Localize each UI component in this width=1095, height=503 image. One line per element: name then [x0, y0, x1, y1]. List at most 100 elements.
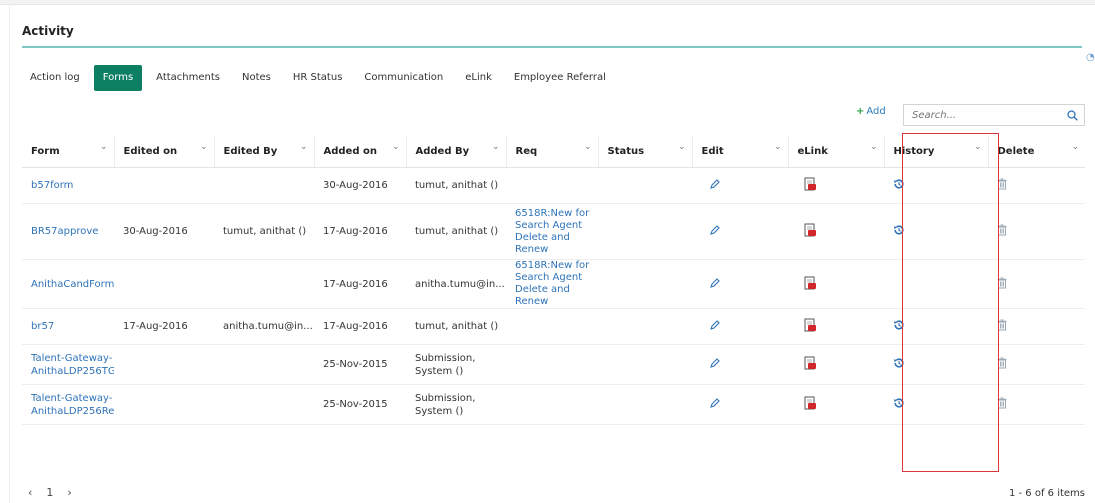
cell-elink [788, 203, 884, 260]
cell-req [506, 344, 598, 385]
trash-icon[interactable] [997, 357, 1007, 372]
column-header-status[interactable]: Status ⌄ [597, 135, 692, 168]
form-link[interactable]: b57form [31, 180, 73, 191]
form-link[interactable]: Talent-Gateway-AnithaLDP256Re... [31, 393, 114, 417]
form-link[interactable]: Talent-Gateway-AnithaLDP256TG [31, 353, 114, 377]
tab-attachments[interactable]: Attachments [148, 65, 228, 91]
cell-status [598, 308, 692, 345]
cell-history [884, 203, 988, 260]
cell-delete [988, 167, 1085, 204]
cell-form: br57 [22, 308, 114, 345]
tab-communication[interactable]: Communication [356, 65, 451, 91]
history-icon[interactable] [893, 357, 905, 372]
cell-elink [788, 384, 884, 425]
column-header-label: Status [607, 145, 645, 157]
pdf-document-icon[interactable] [804, 318, 817, 335]
column-header-elink[interactable]: eLink ⌄ [787, 135, 884, 168]
trash-icon[interactable] [997, 178, 1007, 193]
cell-form: Talent-Gateway-AnithaLDP256TG [22, 344, 114, 385]
chevron-down-icon[interactable]: ⌄ [1071, 142, 1079, 152]
chevron-down-icon[interactable]: ⌄ [200, 142, 208, 152]
column-header-label: Form [31, 145, 60, 157]
column-header-label: Delete [997, 145, 1035, 157]
pdf-document-icon[interactable] [804, 356, 817, 373]
pencil-icon[interactable] [710, 225, 720, 238]
history-icon[interactable] [893, 224, 905, 239]
search-icon[interactable] [1067, 110, 1078, 121]
tab-hr-status[interactable]: HR Status [285, 65, 351, 91]
cell-added-on: 25-Nov-2015 [314, 344, 406, 385]
column-header-form[interactable]: Form ⌄ [22, 135, 114, 168]
trash-icon[interactable] [997, 277, 1007, 292]
column-header-added-by[interactable]: Added By ⌄ [405, 135, 506, 168]
cell-edited-on: 30-Aug-2016 [114, 203, 214, 260]
search-input[interactable] [912, 106, 1062, 124]
column-header-edit[interactable]: Edit ⌄ [691, 135, 788, 168]
column-header-edited-on[interactable]: Edited on ⌄ [113, 135, 214, 168]
column-header-history[interactable]: History ⌄ [883, 135, 988, 168]
chevron-down-icon[interactable]: ⌄ [774, 142, 782, 152]
req-link[interactable]: 6518R:New for Search Agent Delete and Re… [515, 208, 589, 255]
cell-elink [788, 344, 884, 385]
pdf-document-icon[interactable] [804, 177, 817, 194]
column-header-edited-by[interactable]: Edited By ⌄ [213, 135, 314, 168]
next-page-button[interactable]: › [67, 486, 71, 499]
req-link[interactable]: 6518R:New for Search Agent Delete and Re… [515, 260, 589, 307]
pencil-icon[interactable] [710, 320, 720, 333]
cell-status [598, 167, 692, 204]
trash-icon[interactable] [997, 319, 1007, 334]
pdf-document-icon[interactable] [804, 396, 817, 413]
cell-form: Talent-Gateway-AnithaLDP256Re... [22, 384, 114, 425]
tab-notes[interactable]: Notes [234, 65, 279, 91]
cell-edited-by [214, 259, 314, 309]
tab-employee-referral[interactable]: Employee Referral [506, 65, 614, 91]
chevron-down-icon[interactable]: ⌄ [300, 142, 308, 152]
cell-delete [988, 384, 1085, 425]
pencil-icon[interactable] [710, 277, 720, 291]
pencil-icon[interactable] [710, 358, 720, 371]
history-icon[interactable] [893, 178, 905, 193]
cell-edited-by [214, 167, 314, 204]
cell-edited-by: tumut, anithat () [214, 203, 314, 260]
column-header-req[interactable]: Req ⌄ [505, 135, 598, 168]
section-title: Activity [22, 24, 74, 38]
cell-edit [692, 308, 788, 345]
chevron-down-icon[interactable]: ⌄ [678, 142, 686, 152]
corner-icon[interactable]: ◔ [1086, 52, 1095, 63]
column-header-label: Added By [415, 145, 470, 157]
trash-icon[interactable] [997, 397, 1007, 412]
tab-action-log[interactable]: Action log [22, 65, 88, 91]
pdf-document-icon[interactable] [804, 223, 817, 240]
chevron-down-icon[interactable]: ⌄ [974, 142, 982, 152]
form-link[interactable]: BR57approve [31, 226, 98, 237]
cell-added-on: 17-Aug-2016 [314, 308, 406, 345]
pdf-document-icon[interactable] [804, 276, 817, 293]
history-icon[interactable] [893, 397, 905, 412]
chevron-down-icon[interactable]: ⌄ [584, 142, 592, 152]
column-header-delete[interactable]: Delete ⌄ [987, 135, 1085, 168]
cell-edit [692, 203, 788, 260]
trash-icon[interactable] [997, 224, 1007, 239]
chevron-down-icon[interactable]: ⌄ [392, 142, 400, 152]
column-header-label: Req [515, 145, 538, 157]
cell-added-by: anitha.tumu@in... [406, 259, 506, 309]
pencil-icon[interactable] [710, 398, 720, 411]
form-link[interactable]: AnithaCandForm... [31, 279, 114, 290]
chevron-down-icon[interactable]: ⌄ [100, 142, 108, 152]
tab-forms[interactable]: Forms [93, 65, 143, 91]
history-icon[interactable] [893, 319, 905, 334]
add-button[interactable]: + Add [856, 106, 886, 117]
cell-elink [788, 259, 884, 309]
tab-elink[interactable]: eLink [457, 65, 500, 91]
chevron-down-icon[interactable]: ⌄ [492, 142, 500, 152]
cell-history [884, 167, 988, 204]
chevron-down-icon[interactable]: ⌄ [870, 142, 878, 152]
cell-history [884, 308, 988, 345]
page-number-button[interactable]: 1 [46, 486, 53, 499]
pencil-icon[interactable] [710, 179, 720, 192]
column-header-label: eLink [797, 145, 828, 157]
prev-page-button[interactable]: ‹ [28, 486, 32, 499]
column-header-added-on[interactable]: Added on ⌄ [313, 135, 406, 168]
cell-form: BR57approve [22, 203, 114, 260]
form-link[interactable]: br57 [31, 321, 54, 332]
